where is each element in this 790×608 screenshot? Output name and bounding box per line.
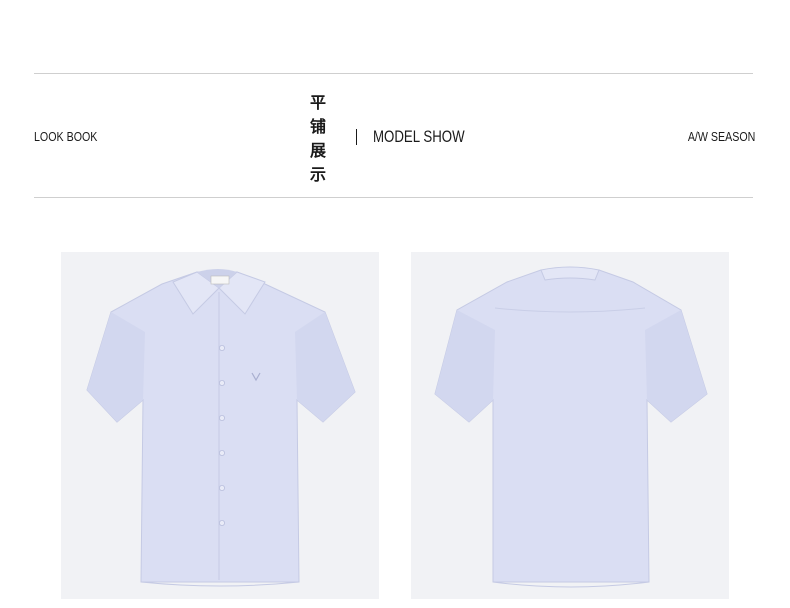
section-title: 平铺展示 MODEL SHOW xyxy=(310,93,490,184)
season-label: A/W SEASON xyxy=(687,129,755,144)
top-divider xyxy=(34,73,753,74)
product-image-back xyxy=(411,252,729,599)
product-image-front xyxy=(61,252,379,599)
shirt-front-icon xyxy=(86,269,356,587)
look-book-label: LOOK BOOK xyxy=(34,129,98,144)
bottom-divider xyxy=(34,197,753,198)
title-chinese: 平铺展示 xyxy=(310,93,328,184)
title-separator xyxy=(355,129,357,145)
title-english: MODEL SHOW xyxy=(372,127,465,146)
section-header: LOOK BOOK 平铺展示 MODEL SHOW A/W SEASON xyxy=(34,93,755,184)
shirt-back-icon xyxy=(434,266,708,588)
